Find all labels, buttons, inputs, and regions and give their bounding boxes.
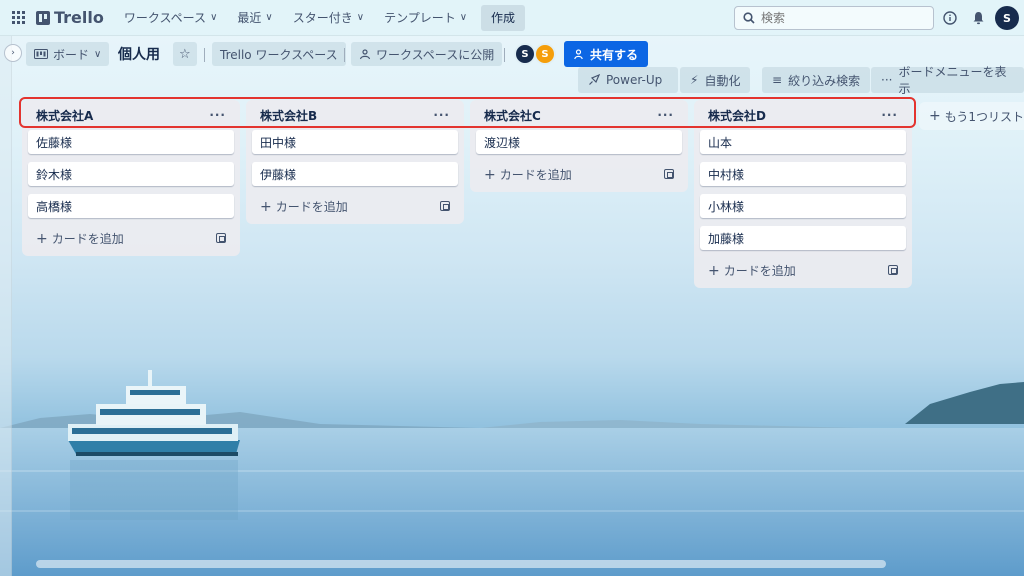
rocket-icon: [589, 74, 600, 85]
share-button[interactable]: 共有する: [564, 41, 649, 67]
chevron-down-icon: ∨: [459, 12, 468, 23]
plus-icon: +: [260, 198, 272, 215]
nav-workspaces[interactable]: ワークスペース ∨: [114, 4, 228, 32]
add-card-button[interactable]: + カードを追加: [28, 226, 234, 250]
nav-starred[interactable]: スター付き ∨: [283, 4, 374, 32]
card[interactable]: 鈴木様: [28, 162, 234, 186]
filter-icon: ≡: [772, 73, 783, 87]
sidebar-expand-icon[interactable]: ›: [4, 44, 22, 62]
card[interactable]: 渡辺様: [476, 130, 682, 154]
chevron-down-icon: ∨: [356, 12, 365, 23]
nav-recent[interactable]: 最近 ∨: [227, 4, 282, 32]
ferry-icon: [68, 370, 240, 456]
search-box[interactable]: [734, 6, 934, 30]
sidebar-collapsed: [0, 36, 12, 576]
add-card-button[interactable]: + カードを追加: [700, 258, 906, 282]
lightning-icon: ⚡: [690, 73, 699, 87]
card[interactable]: 高橋様: [28, 194, 234, 218]
board-menu-button[interactable]: ··· ボードメニューを表示: [871, 65, 1024, 96]
add-card-button[interactable]: + カードを追加: [476, 162, 682, 186]
card[interactable]: 中村様: [700, 162, 906, 186]
plus-icon: +: [929, 108, 941, 124]
chevron-down-icon: ∨: [94, 48, 102, 60]
horizontal-scrollbar[interactable]: [36, 560, 886, 568]
card[interactable]: 伊藤様: [252, 162, 458, 186]
visibility-button[interactable]: ワークスペースに公開: [351, 42, 503, 66]
divider: [504, 48, 505, 62]
card[interactable]: 小林様: [700, 194, 906, 218]
star-icon: ☆: [179, 46, 191, 62]
card[interactable]: 佐藤様: [28, 130, 234, 154]
plus-icon: +: [484, 166, 496, 183]
board-title[interactable]: 個人用: [118, 44, 160, 64]
member-avatar[interactable]: S: [514, 43, 536, 65]
card-template-icon[interactable]: [888, 265, 898, 275]
card-template-icon[interactable]: [440, 201, 450, 211]
member-avatar[interactable]: S: [534, 43, 556, 65]
card[interactable]: 山本: [700, 130, 906, 154]
add-list-button[interactable]: + もう1つリストを追加: [919, 102, 1024, 130]
divider: [204, 48, 205, 62]
card-template-icon[interactable]: [664, 169, 674, 179]
trello-logo[interactable]: Trello: [36, 8, 104, 27]
list-column[interactable]: 株式会社D ··· 山本 中村様 小林様 加藤様 + カードを追加: [694, 100, 912, 288]
nav-templates[interactable]: テンプレート ∨: [374, 4, 477, 32]
star-board-button[interactable]: ☆: [173, 42, 197, 66]
search-icon: [743, 12, 755, 24]
create-button[interactable]: 作成: [481, 4, 526, 31]
workspace-button[interactable]: Trello ワークスペース: [212, 42, 346, 66]
trello-logo-icon: [36, 10, 50, 25]
search-input[interactable]: [761, 11, 921, 25]
list-headers-highlight: [19, 97, 916, 128]
more-icon: ···: [881, 73, 893, 87]
plus-icon: +: [36, 230, 48, 247]
info-icon[interactable]: [940, 8, 960, 28]
divider: [344, 48, 345, 62]
board-header: › ボード ∨ 個人用 ☆ Trello ワークスペース ワークスペースに公開 …: [0, 36, 1024, 72]
card[interactable]: 田中様: [252, 130, 458, 154]
view-switcher-button[interactable]: ボード ∨: [26, 42, 110, 66]
automation-button[interactable]: ⚡ 自動化: [680, 67, 751, 93]
app-switcher-icon[interactable]: [8, 8, 28, 28]
add-member-icon: [574, 48, 583, 59]
chevron-down-icon: ∨: [265, 12, 273, 23]
board-view-icon: [34, 49, 48, 59]
board-members[interactable]: S S: [514, 43, 556, 65]
chevron-down-icon: ∨: [210, 12, 218, 23]
filter-button[interactable]: ≡ 絞り込み検索: [762, 67, 871, 93]
card-template-icon[interactable]: [216, 233, 226, 243]
powerup-button[interactable]: Power-Up: [578, 67, 679, 93]
workspace-visibility-icon: [359, 49, 371, 60]
card[interactable]: 加藤様: [700, 226, 906, 250]
user-avatar[interactable]: S: [995, 6, 1019, 30]
add-card-button[interactable]: + カードを追加: [252, 194, 458, 218]
plus-icon: +: [708, 262, 720, 279]
notification-bell-icon[interactable]: [968, 8, 988, 28]
